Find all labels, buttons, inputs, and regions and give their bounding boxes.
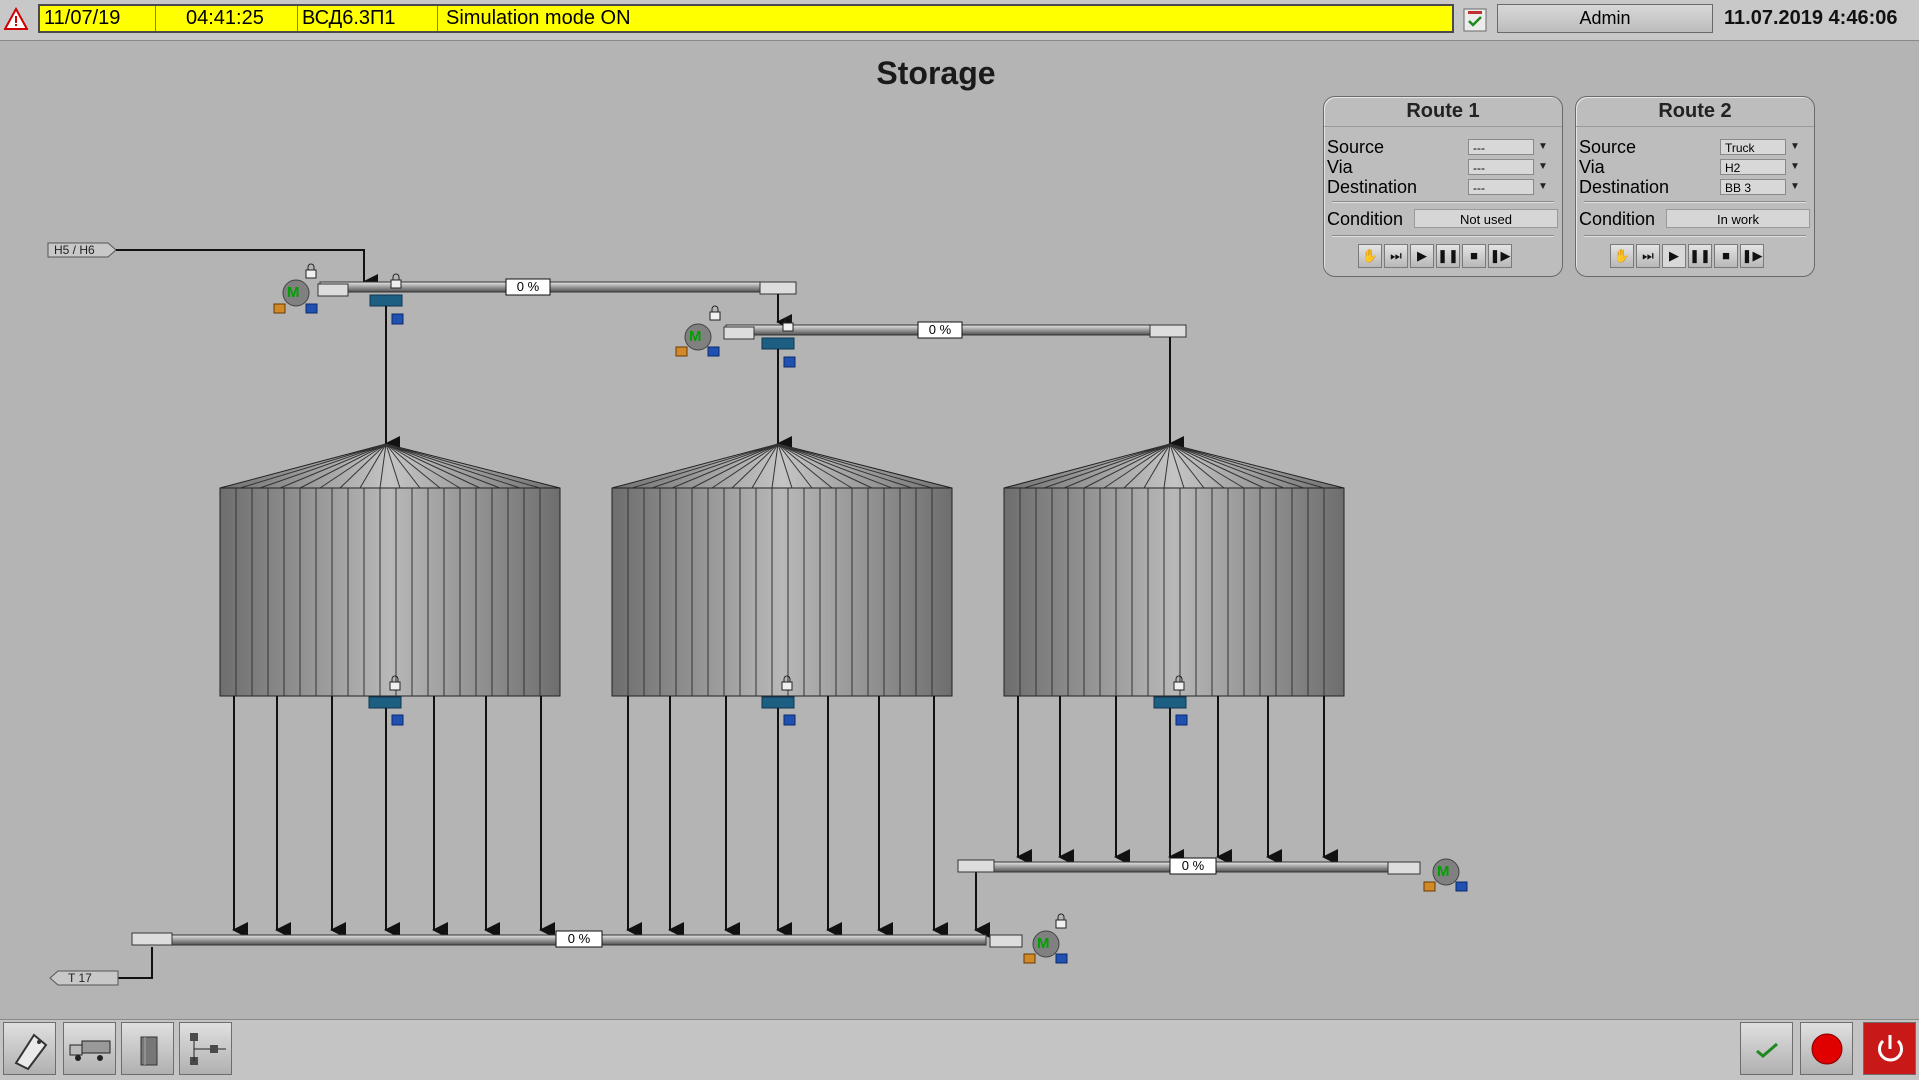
route-2-destination-select[interactable]: BB 3: [1720, 179, 1786, 195]
route-2-panel: Route 2 Source Truck ▼ Via H2 ▼ Destinat…: [1575, 96, 1815, 277]
tag-button[interactable]: [3, 1022, 56, 1075]
gate-bottom-1[interactable]: [368, 696, 402, 709]
silo-button[interactable]: [121, 1022, 174, 1075]
route-2-controls: ✋ ⏭ ▶ ❚❚ ■ ❚▶: [1610, 244, 1764, 268]
route-1-title: Route 1: [1324, 100, 1562, 127]
route-1-condition-label: Condition: [1327, 209, 1404, 229]
divider: [1332, 235, 1554, 237]
route-1-controls: ✋ ⏭ ▶ ❚❚ ■ ❚▶: [1358, 244, 1512, 268]
network-icon: [190, 1033, 226, 1065]
play-icon[interactable]: ▶: [1410, 244, 1434, 268]
motor-3-label: M: [1437, 863, 1450, 880]
route-2-title: Route 2: [1576, 100, 1814, 127]
pause-icon[interactable]: ❚❚: [1436, 244, 1460, 268]
chevron-down-icon[interactable]: ▼: [1536, 179, 1550, 195]
bottom-toolbar: [0, 1019, 1919, 1080]
route-1-via-label: Via: [1327, 157, 1353, 177]
network-button[interactable]: [179, 1022, 232, 1075]
chevron-down-icon[interactable]: ▼: [1788, 139, 1802, 155]
route-2-destination-label: Destination: [1579, 177, 1670, 197]
stop-square-icon[interactable]: ■: [1462, 244, 1486, 268]
route-1-panel: Route 1 Source --- ▼ Via --- ▼ Destinati…: [1323, 96, 1563, 277]
stop-icon: [1811, 1033, 1843, 1065]
outlet-tag-label: T 17: [68, 971, 92, 985]
stop-square-icon[interactable]: ■: [1714, 244, 1738, 268]
skip-icon[interactable]: ❚▶: [1488, 244, 1512, 268]
route-1-source-label: Source: [1327, 137, 1385, 157]
conveyor-4-load: 0 %: [567, 931, 591, 946]
route-1-destination-label: Destination: [1327, 177, 1418, 197]
route-1-via-select[interactable]: ---: [1468, 159, 1534, 175]
confirm-icon: [1756, 1042, 1778, 1058]
conveyor-3-load: 0 %: [1181, 858, 1205, 873]
gate-top-2[interactable]: [761, 337, 795, 350]
gate-top-1[interactable]: [369, 294, 403, 307]
manual-hand-icon[interactable]: ✋: [1358, 244, 1382, 268]
power-icon: [1878, 1035, 1903, 1062]
pause-icon[interactable]: ❚❚: [1688, 244, 1712, 268]
conveyor-1-load: 0 %: [516, 279, 540, 294]
step-forward-icon[interactable]: ⏭: [1384, 244, 1408, 268]
step-forward-icon[interactable]: ⏭: [1636, 244, 1660, 268]
skip-icon[interactable]: ❚▶: [1740, 244, 1764, 268]
truck-icon: [69, 1040, 111, 1061]
route-2-via-label: Via: [1579, 157, 1605, 177]
route-1-condition-value: Not used: [1414, 209, 1558, 228]
gate-bottom-2[interactable]: [761, 696, 795, 709]
conveyor-1[interactable]: [317, 278, 797, 297]
truck-button[interactable]: [63, 1022, 116, 1075]
silo-1[interactable]: [219, 443, 561, 697]
divider: [1584, 235, 1806, 237]
motor-1-label: M: [287, 284, 300, 301]
route-2-source-select[interactable]: Truck: [1720, 139, 1786, 155]
route-1-destination-select[interactable]: ---: [1468, 179, 1534, 195]
gate-bottom-3[interactable]: [1153, 696, 1187, 709]
silo-3[interactable]: [1003, 443, 1345, 697]
silo-2[interactable]: [611, 443, 953, 697]
confirm-button[interactable]: [1740, 1022, 1793, 1075]
route-2-via-select[interactable]: H2: [1720, 159, 1786, 175]
motor-4-label: M: [1037, 935, 1050, 952]
route-2-condition-value: In work: [1666, 209, 1810, 228]
chevron-down-icon[interactable]: ▼: [1536, 159, 1550, 175]
tag-icon: [14, 1033, 48, 1071]
chevron-down-icon[interactable]: ▼: [1788, 159, 1802, 175]
inlet-tag-label: H5 / H6: [54, 243, 95, 257]
conveyor-2-load: 0 %: [928, 322, 952, 337]
motor-2-label: M: [689, 328, 702, 345]
chevron-down-icon[interactable]: ▼: [1788, 179, 1802, 195]
manual-hand-icon[interactable]: ✋: [1610, 244, 1634, 268]
divider: [1584, 201, 1806, 203]
silo-icon: [140, 1036, 158, 1066]
route-2-condition-label: Condition: [1579, 209, 1656, 229]
route-1-source-select[interactable]: ---: [1468, 139, 1534, 155]
chevron-down-icon[interactable]: ▼: [1536, 139, 1550, 155]
stop-button[interactable]: [1800, 1022, 1853, 1075]
divider: [1332, 201, 1554, 203]
route-2-source-label: Source: [1579, 137, 1637, 157]
play-icon[interactable]: ▶: [1662, 244, 1686, 268]
power-button[interactable]: [1863, 1022, 1916, 1075]
